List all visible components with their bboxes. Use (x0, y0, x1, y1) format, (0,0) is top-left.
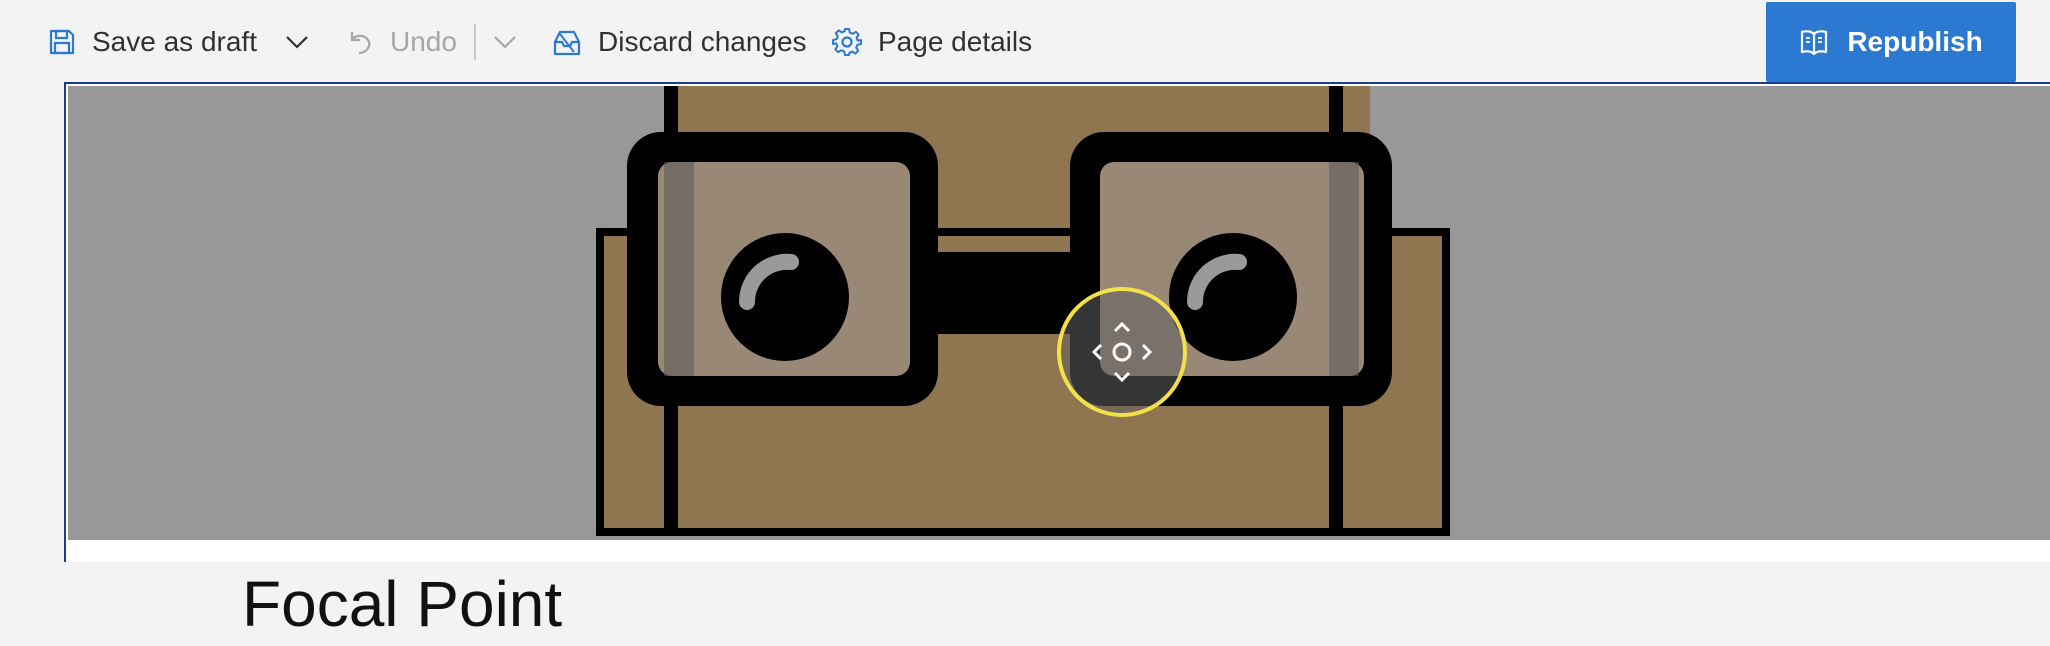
undo-icon (350, 32, 371, 55)
command-bar: Save as draft Undo Discard changes Page … (0, 0, 2050, 84)
nerd-glasses-image (596, 86, 1450, 536)
discard-changes-button[interactable]: Discard changes (552, 0, 807, 84)
page-details-label: Page details (878, 26, 1033, 57)
chevron-down-icon (494, 36, 516, 49)
focal-point-handle[interactable] (1057, 287, 1187, 417)
republish-label: Republish (1847, 26, 1983, 57)
page-details-button[interactable]: Page details (832, 0, 1032, 84)
page-title[interactable]: Focal Point (242, 562, 562, 646)
floppy-disk-icon (49, 29, 75, 55)
title-banner-image[interactable] (68, 86, 2050, 540)
toolbar-divider (474, 24, 476, 60)
undo-button[interactable]: Undo (346, 0, 457, 84)
chevron-down-icon (286, 36, 308, 49)
undo-options-dropdown[interactable] (492, 0, 518, 84)
move-focal-point-icon (1091, 321, 1153, 383)
gear-icon (832, 28, 862, 56)
save-options-dropdown[interactable] (284, 0, 310, 84)
save-as-draft-button[interactable]: Save as draft (48, 0, 257, 84)
undo-label: Undo (390, 26, 457, 57)
page-canvas: Focal Point (64, 82, 2050, 640)
discard-icon (553, 30, 581, 56)
republish-button[interactable]: Republish (1766, 2, 2016, 82)
save-as-draft-label: Save as draft (92, 26, 257, 57)
discard-changes-label: Discard changes (598, 26, 807, 57)
book-icon (1801, 30, 1828, 56)
